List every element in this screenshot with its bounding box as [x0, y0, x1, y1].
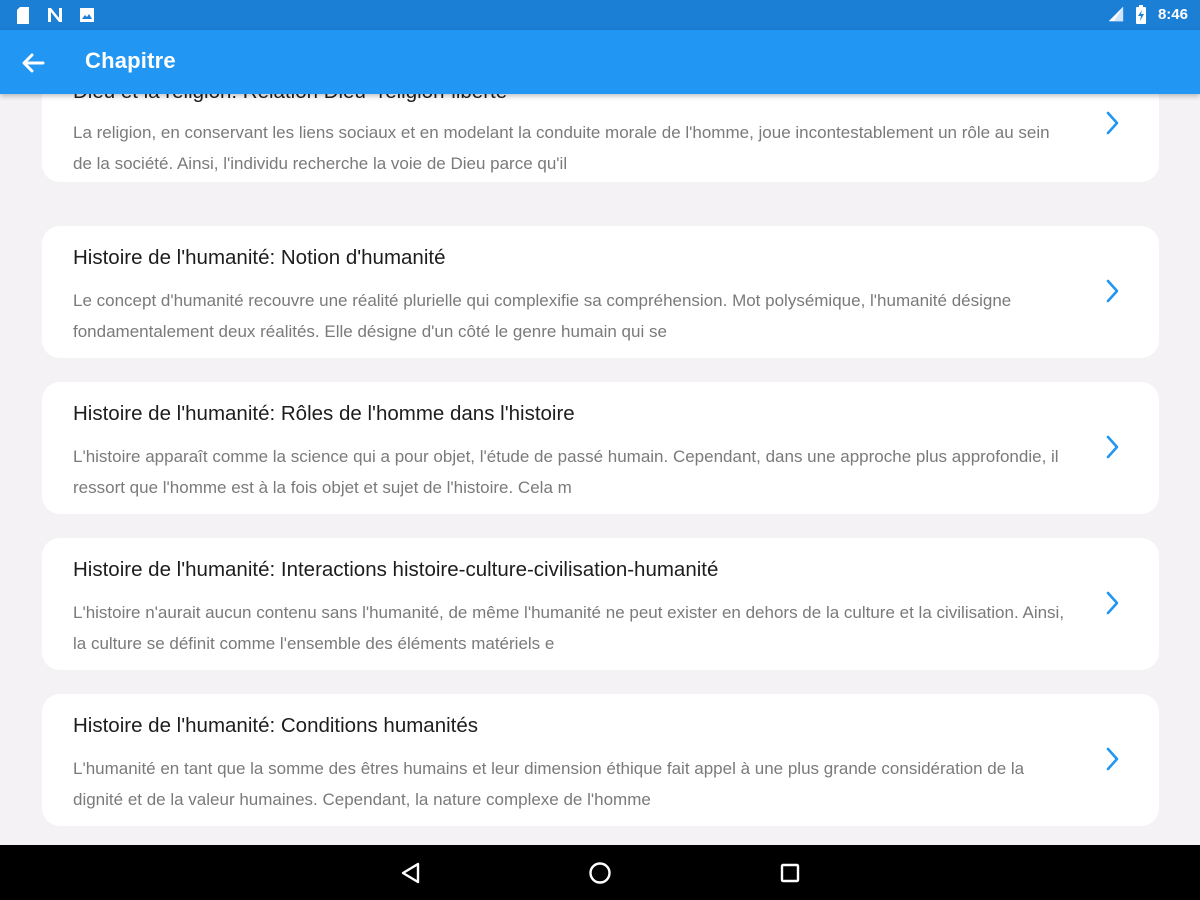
chapter-description: L'humanité en tant que la somme des être… — [73, 759, 1025, 809]
chapter-card[interactable]: Histoire de l'humanité: Notion d'humanit… — [42, 226, 1159, 358]
battery-icon — [1132, 4, 1150, 24]
chapter-card[interactable]: Histoire de l'humanité: Interactions his… — [42, 538, 1159, 670]
chevron-right-icon — [1106, 747, 1119, 771]
notification-icons — [14, 6, 96, 24]
page-title: Chapitre — [85, 48, 176, 73]
chevron-right-icon — [1106, 591, 1119, 615]
back-triangle-icon — [401, 862, 420, 884]
chapter-description: La religion, en conservant les liens soc… — [73, 123, 1050, 173]
chapter-card[interactable]: Histoire de l'humanité: Conditions human… — [42, 694, 1159, 826]
chapter-title: Histoire de l'humanité: Rôles de l'homme… — [73, 402, 575, 425]
chapter-title: Histoire de l'humanité: Interactions his… — [73, 558, 719, 581]
back-button[interactable] — [18, 48, 48, 78]
status-bar: 8:46 — [0, 0, 1200, 30]
system-status: 8:46 — [1106, 4, 1188, 24]
image-notification-icon — [78, 6, 96, 24]
clock: 8:46 — [1157, 5, 1188, 23]
chapter-description: L'histoire apparaît comme la science qui… — [73, 447, 1059, 497]
chevron-right-icon — [1106, 111, 1119, 135]
chapter-list-container[interactable]: Dieu et la religion: Relation Dieu- reli… — [0, 94, 1200, 844]
app-bar: Chapitre — [0, 30, 1200, 94]
signal-icon — [1106, 5, 1124, 23]
chapter-description: L'histoire n'aurait aucun contenu sans l… — [73, 603, 1065, 653]
chapter-description: Le concept d'humanité recouvre une réali… — [73, 291, 1012, 341]
chapter-title: Dieu et la religion: Relation Dieu- reli… — [73, 94, 1073, 104]
nav-back-button[interactable] — [398, 860, 424, 886]
chevron-right-icon — [1106, 435, 1119, 459]
sd-card-icon — [14, 6, 32, 24]
nav-recents-button[interactable] — [777, 860, 803, 886]
chapter-card[interactable]: Dieu et la religion: Relation Dieu- reli… — [42, 94, 1159, 182]
home-circle-icon — [589, 862, 611, 884]
chapter-title: Histoire de l'humanité: Notion d'humanit… — [73, 246, 446, 269]
n-notification-icon — [46, 6, 64, 24]
recents-square-icon — [780, 863, 800, 883]
arrow-back-icon — [22, 53, 45, 73]
chapter-title: Histoire de l'humanité: Conditions human… — [73, 714, 479, 737]
system-navigation-bar — [0, 845, 1200, 900]
nav-home-button[interactable] — [587, 860, 613, 886]
chevron-right-icon — [1106, 279, 1119, 303]
chapter-card[interactable]: Histoire de l'humanité: Rôles de l'homme… — [42, 382, 1159, 514]
